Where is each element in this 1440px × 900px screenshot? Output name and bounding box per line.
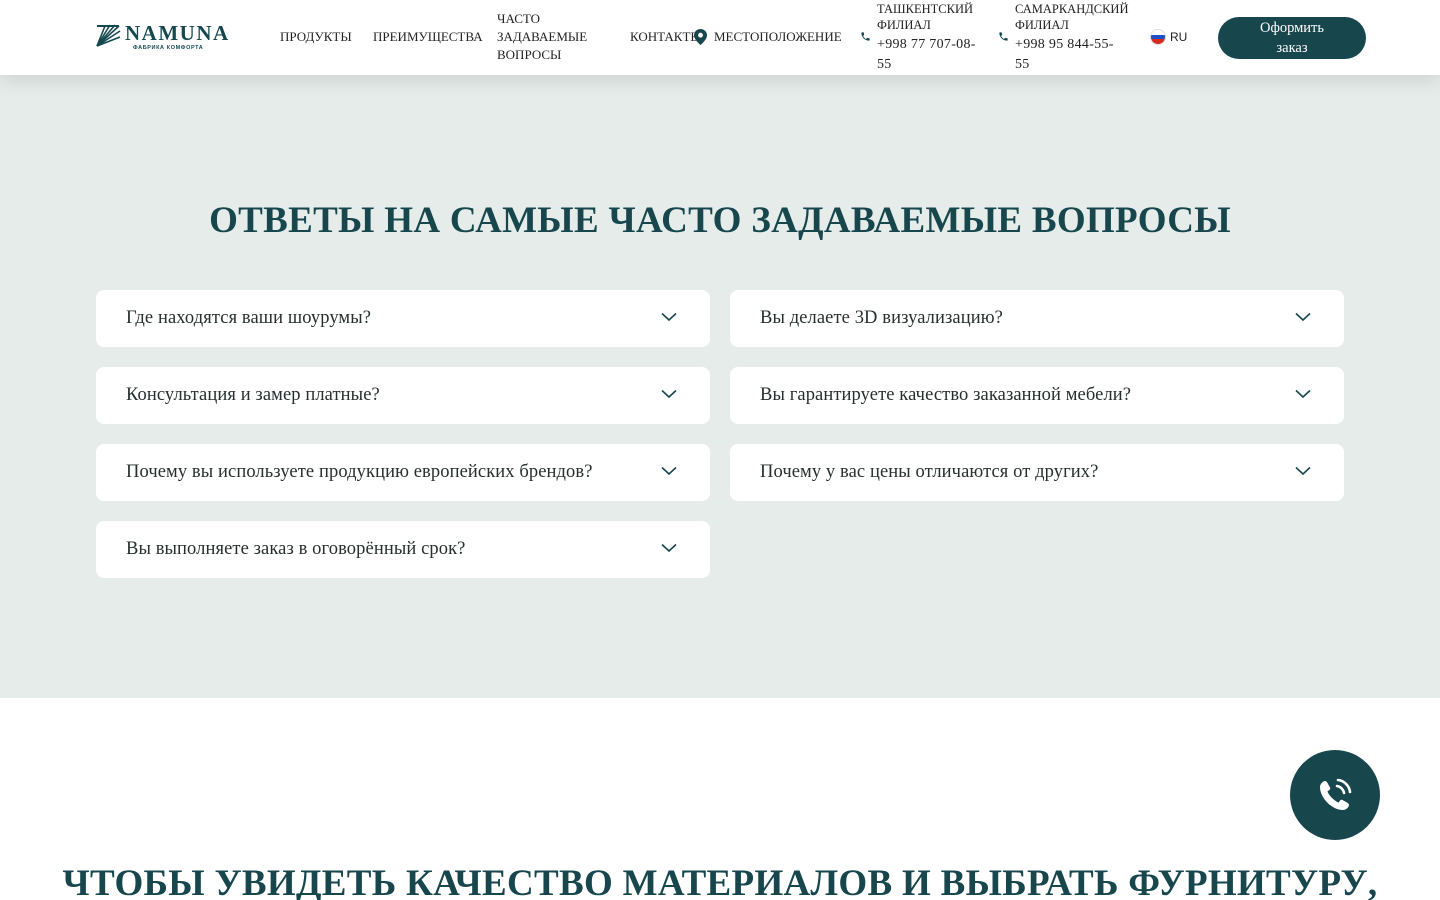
- faq-title-bold: ЧАСТО ЗАДАВАЕМЫЕ ВОПРОСЫ: [608, 200, 1231, 241]
- faq-question: Вы выполняете заказ в оговорённый срок?: [126, 539, 466, 559]
- phone-samarkand-label: САМАРКАНДСКИЙ ФИЛИАЛ: [1015, 2, 1129, 32]
- faq-question: Почему у вас цены отличаются от других?: [760, 462, 1099, 482]
- faq-question: Почему вы используете продукцию европейс…: [126, 462, 593, 482]
- russia-flag-icon: [1150, 29, 1166, 45]
- phone-icon: [999, 32, 1008, 41]
- map-pin-icon: [694, 29, 707, 45]
- logo-tagline: ФАБРИКА КОМФОРТА: [133, 45, 204, 51]
- nav-faq[interactable]: ЧАСТО ЗАДАВАЕМЫЕ ВОПРОСЫ: [497, 10, 587, 64]
- faq-item-quality-guarantee[interactable]: Вы гарантируете качество заказанной мебе…: [730, 367, 1344, 424]
- nav-location-label: МЕСТОПОЛОЖЕНИЕ: [714, 29, 842, 44]
- faq-item-consultation[interactable]: Консультация и замер платные?: [96, 367, 710, 424]
- phone-icon: [861, 32, 870, 41]
- faq-item-showrooms[interactable]: Где находятся ваши шоурумы?: [96, 290, 710, 347]
- language-code: RU: [1170, 30, 1188, 44]
- chevron-down-icon: [1295, 389, 1311, 399]
- materials-title-tail: ,: [1367, 863, 1378, 900]
- chevron-down-icon: [1295, 312, 1311, 322]
- materials-title-bold: ВЫБРАТЬ ФУРНИТУРУ: [940, 863, 1368, 900]
- faq-title: ОТВЕТЫ НА САМЫЕ ЧАСТО ЗАДАВАЕМЫЕ ВОПРОСЫ: [0, 199, 1440, 242]
- faq-question: Вы делаете 3D визуализацию?: [760, 308, 1003, 328]
- nav-advantages[interactable]: ПРЕИМУЩЕСТВА: [373, 28, 483, 46]
- faq-title-regular: ОТВЕТЫ НА САМЫЕ: [209, 200, 599, 241]
- faq-question: Вы гарантируете качество заказанной мебе…: [760, 385, 1132, 405]
- faq-section: ОТВЕТЫ НА САМЫЕ ЧАСТО ЗАДАВАЕМЫЕ ВОПРОСЫ…: [0, 75, 1440, 698]
- phone-tashkent-label: ТАШКЕНТСКИЙ ФИЛИАЛ: [877, 2, 974, 32]
- faq-item-prices[interactable]: Почему у вас цены отличаются от других?: [730, 444, 1344, 501]
- faq-question: Консультация и замер платные?: [126, 385, 380, 405]
- nav-location[interactable]: МЕСТОПОЛОЖЕНИЕ: [694, 28, 842, 46]
- faq-item-3d-visualization[interactable]: Вы делаете 3D визуализацию?: [730, 290, 1344, 347]
- phone-samarkand-number[interactable]: +998 95 844-55-55: [1015, 35, 1115, 75]
- namuna-logo[interactable]: NAMUNA ФАБРИКА КОМФОРТА: [95, 21, 230, 51]
- phone-call-icon: [1320, 778, 1352, 810]
- nav-contacts[interactable]: КОНТАКТЫ: [630, 28, 702, 46]
- logo-name: NAMUNA: [125, 21, 230, 45]
- chevron-down-icon: [1295, 466, 1311, 476]
- language-switcher[interactable]: RU: [1150, 29, 1187, 45]
- chevron-down-icon: [661, 543, 677, 553]
- call-button[interactable]: [1290, 750, 1380, 840]
- faq-item-deadline[interactable]: Вы выполняете заказ в оговорённый срок?: [96, 521, 710, 578]
- phone-tashkent-number[interactable]: +998 77 707-08-55: [877, 35, 977, 75]
- site-header: NAMUNA ФАБРИКА КОМФОРТА ПРОДУКТЫ ПРЕИМУЩ…: [0, 0, 1440, 75]
- faq-item-european-brands[interactable]: Почему вы используете продукцию европейс…: [96, 444, 710, 501]
- nav-products[interactable]: ПРОДУКТЫ: [280, 28, 352, 46]
- chevron-down-icon: [661, 312, 677, 322]
- palm-leaf-logo-icon: [96, 24, 121, 47]
- faq-question: Где находятся ваши шоурумы?: [126, 308, 372, 328]
- chevron-down-icon: [661, 466, 677, 476]
- materials-section-title: ЧТОБЫ УВИДЕТЬ КАЧЕСТВО МАТЕРИАЛОВ И ВЫБР…: [0, 862, 1440, 900]
- materials-title-regular: ЧТОБЫ УВИДЕТЬ КАЧЕСТВО МАТЕРИАЛОВ И: [62, 863, 932, 900]
- order-button[interactable]: Оформить заказ: [1218, 17, 1366, 59]
- chevron-down-icon: [661, 389, 677, 399]
